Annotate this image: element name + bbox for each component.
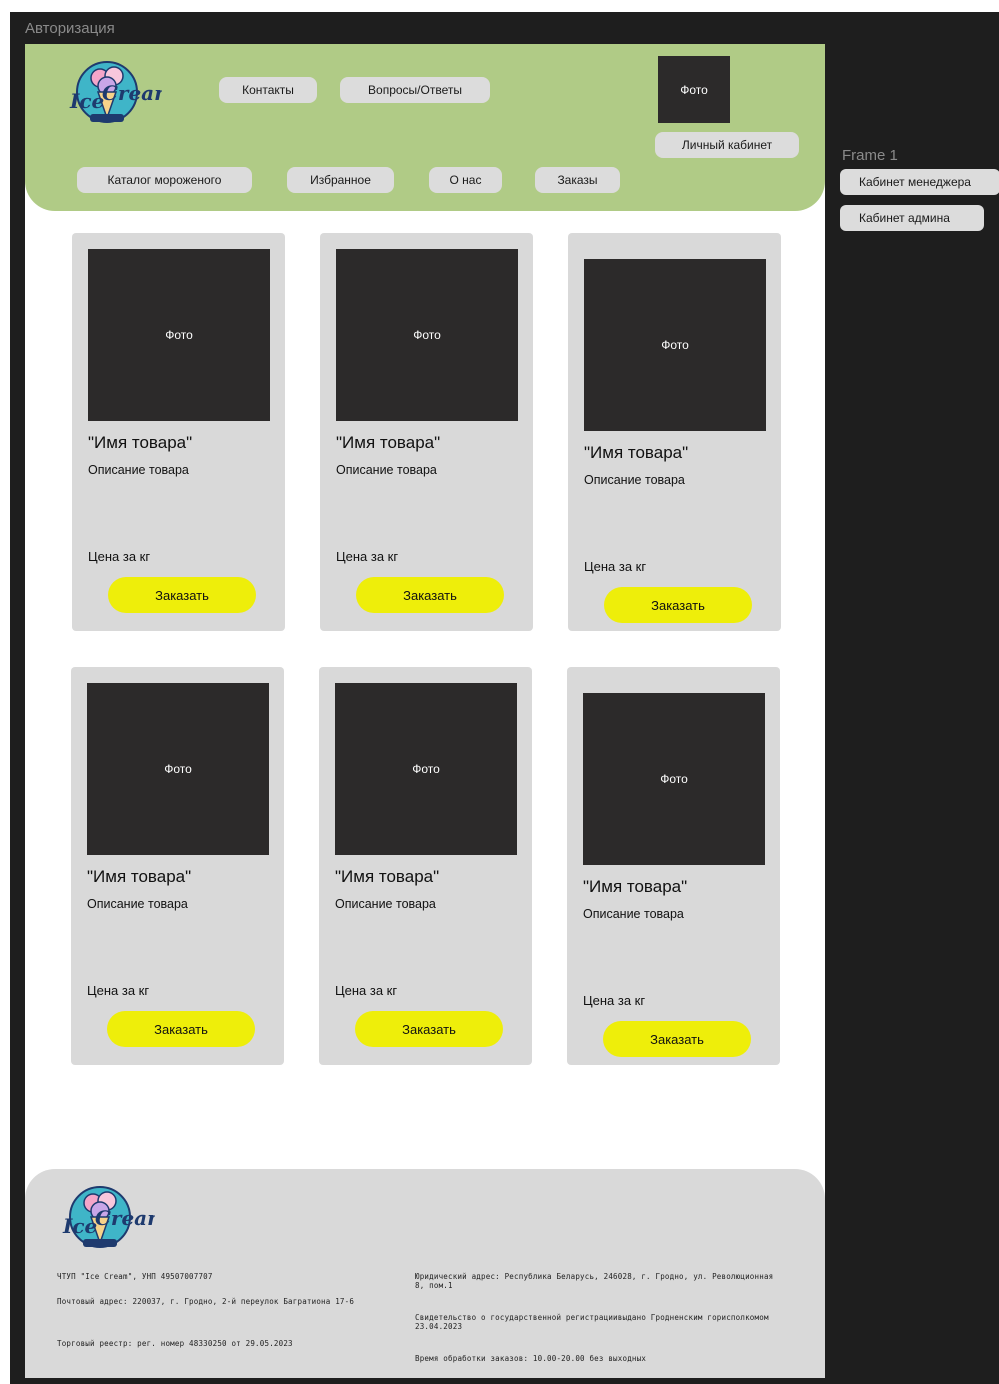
product-photo: Фото <box>583 693 765 865</box>
nav-favorites[interactable]: Избранное <box>287 167 394 193</box>
nav-contacts[interactable]: Контакты <box>219 77 317 103</box>
svg-text:Cream: Cream <box>95 1206 155 1230</box>
manager-cabinet-button[interactable]: Кабинет менеджера <box>840 169 999 195</box>
site-header: Ice Cream Контакты Вопросы/Ответы Фото Л… <box>25 44 825 211</box>
product-card: Фото "Имя товара" Описание товара Цена з… <box>568 233 781 631</box>
footer-order-hours: Время обработки заказов: 10.00-20.00 без… <box>415 1354 647 1363</box>
product-description: Описание товара <box>88 463 189 477</box>
product-name: "Имя товара" <box>584 443 689 462</box>
frame-title: Авторизация <box>25 20 115 37</box>
product-card: Фото "Имя товара" Описание товара Цена з… <box>72 233 285 631</box>
nav-ice-cream-catalog[interactable]: Каталог мороженого <box>77 167 252 193</box>
product-card: Фото "Имя товара" Описание товара Цена з… <box>71 667 284 1065</box>
svg-text:Ice: Ice <box>62 1214 97 1238</box>
order-button[interactable]: Заказать <box>355 1011 503 1047</box>
ice-cream-logo-icon[interactable]: Ice Cream <box>62 56 162 132</box>
footer-registration-certificate: Свидетельство о государственной регистра… <box>415 1313 769 1331</box>
side-frame-title: Frame 1 <box>842 147 898 164</box>
site-footer: Ice Cream ЧТУП "Ice Cream", УНП 49507007… <box>25 1169 825 1378</box>
product-name: "Имя товара" <box>88 433 193 452</box>
order-button[interactable]: Заказать <box>107 1011 255 1047</box>
svg-text:Cream: Cream <box>102 81 162 105</box>
admin-cabinet-button[interactable]: Кабинет админа <box>840 205 984 231</box>
product-card: Фото "Имя товара" Описание товара Цена з… <box>567 667 780 1065</box>
footer-postal-address: Почтовый адрес: 220037, г. Гродно, 2-й п… <box>57 1297 355 1306</box>
product-card: Фото "Имя товара" Описание товара Цена з… <box>319 667 532 1065</box>
footer-trade-register: Торговый реестр: рег. номер 48330250 от … <box>57 1339 293 1348</box>
product-price: Цена за кг <box>584 559 647 574</box>
product-description: Описание товара <box>583 907 684 921</box>
product-price: Цена за кг <box>88 549 151 564</box>
nav-orders[interactable]: Заказы <box>535 167 620 193</box>
personal-account-button[interactable]: Личный кабинет <box>655 132 799 158</box>
product-photo: Фото <box>336 249 518 421</box>
order-button[interactable]: Заказать <box>108 577 256 613</box>
order-button[interactable]: Заказать <box>603 1021 751 1057</box>
product-description: Описание товара <box>335 897 436 911</box>
nav-about[interactable]: О нас <box>429 167 502 193</box>
product-name: "Имя товара" <box>583 877 688 896</box>
order-button[interactable]: Заказать <box>356 577 504 613</box>
order-button[interactable]: Заказать <box>604 587 752 623</box>
svg-text:Ice: Ice <box>69 89 104 113</box>
product-name: "Имя товара" <box>336 433 441 452</box>
footer-legal-address: Юридический адрес: Республика Беларусь, … <box>415 1272 774 1290</box>
product-price: Цена за кг <box>335 983 398 998</box>
nav-faq[interactable]: Вопросы/Ответы <box>340 77 490 103</box>
product-photo: Фото <box>88 249 270 421</box>
footer-company: ЧТУП "Ice Cream", УНП 49507007707 <box>57 1272 213 1281</box>
product-description: Описание товара <box>336 463 437 477</box>
product-price: Цена за кг <box>336 549 399 564</box>
product-card: Фото "Имя товара" Описание товара Цена з… <box>320 233 533 631</box>
product-photo: Фото <box>87 683 269 855</box>
product-price: Цена за кг <box>583 993 646 1008</box>
product-description: Описание товара <box>584 473 685 487</box>
product-photo: Фото <box>335 683 517 855</box>
authorization-frame: Ice Cream Контакты Вопросы/Ответы Фото Л… <box>25 44 825 1378</box>
product-description: Описание товара <box>87 897 188 911</box>
ice-cream-footer-logo-icon: Ice Cream <box>62 1186 155 1248</box>
product-price: Цена за кг <box>87 983 150 998</box>
product-name: "Имя товара" <box>335 867 440 886</box>
user-photo: Фото <box>658 56 730 123</box>
product-name: "Имя товара" <box>87 867 192 886</box>
product-photo: Фото <box>584 259 766 431</box>
